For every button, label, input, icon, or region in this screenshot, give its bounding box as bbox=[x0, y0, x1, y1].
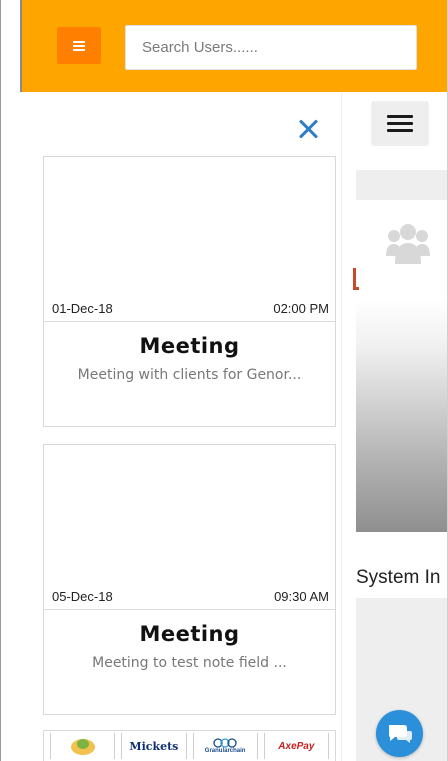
event-time: 02:00 PM bbox=[273, 301, 329, 316]
chat-button[interactable] bbox=[376, 710, 423, 757]
close-icon[interactable] bbox=[295, 116, 321, 142]
window-edge bbox=[0, 0, 1, 761]
app-frame: System In 01-Dec-18 02:00 PM Meeting Mee… bbox=[0, 0, 448, 761]
menu-toggle-button[interactable] bbox=[57, 27, 101, 64]
chat-bubbles-icon bbox=[388, 724, 412, 743]
event-title: Meeting bbox=[139, 334, 240, 358]
axepay-logo: AxePay bbox=[263, 733, 329, 759]
users-group-icon bbox=[386, 224, 430, 264]
event-description: Meeting to test note field ... bbox=[92, 655, 287, 671]
event-date: 01-Dec-18 bbox=[52, 301, 113, 316]
event-image: 01-Dec-18 02:00 PM bbox=[44, 157, 335, 322]
red-logo-fragment bbox=[353, 268, 359, 290]
event-image: 05-Dec-18 09:30 AM bbox=[44, 445, 335, 610]
hamburger-icon bbox=[387, 115, 413, 132]
menu-icon bbox=[73, 40, 85, 51]
event-card[interactable]: 01-Dec-18 02:00 PM Meeting Meeting with … bbox=[43, 156, 336, 427]
granularchain-text: Granularchain bbox=[204, 748, 246, 754]
hamburger-menu-button[interactable] bbox=[371, 101, 429, 146]
partner-logos-strip: Mickets Granularchain AxePay bbox=[43, 730, 336, 761]
gingerbread-logo-icon bbox=[50, 733, 116, 759]
event-date: 05-Dec-18 bbox=[52, 589, 113, 604]
mickets-logo: Mickets bbox=[121, 733, 187, 759]
search-users-input[interactable] bbox=[125, 25, 417, 70]
events-side-panel: 01-Dec-18 02:00 PM Meeting Meeting with … bbox=[22, 92, 342, 761]
event-description: Meeting with clients for Genor... bbox=[77, 367, 302, 383]
system-info-heading: System In bbox=[356, 567, 441, 588]
event-title: Meeting bbox=[139, 622, 240, 646]
event-time: 09:30 AM bbox=[274, 589, 329, 604]
event-card[interactable]: 05-Dec-18 09:30 AM Meeting Meeting to te… bbox=[43, 444, 336, 715]
granularchain-logo: Granularchain bbox=[192, 733, 258, 759]
top-bar bbox=[20, 0, 448, 92]
background-band bbox=[356, 170, 448, 200]
